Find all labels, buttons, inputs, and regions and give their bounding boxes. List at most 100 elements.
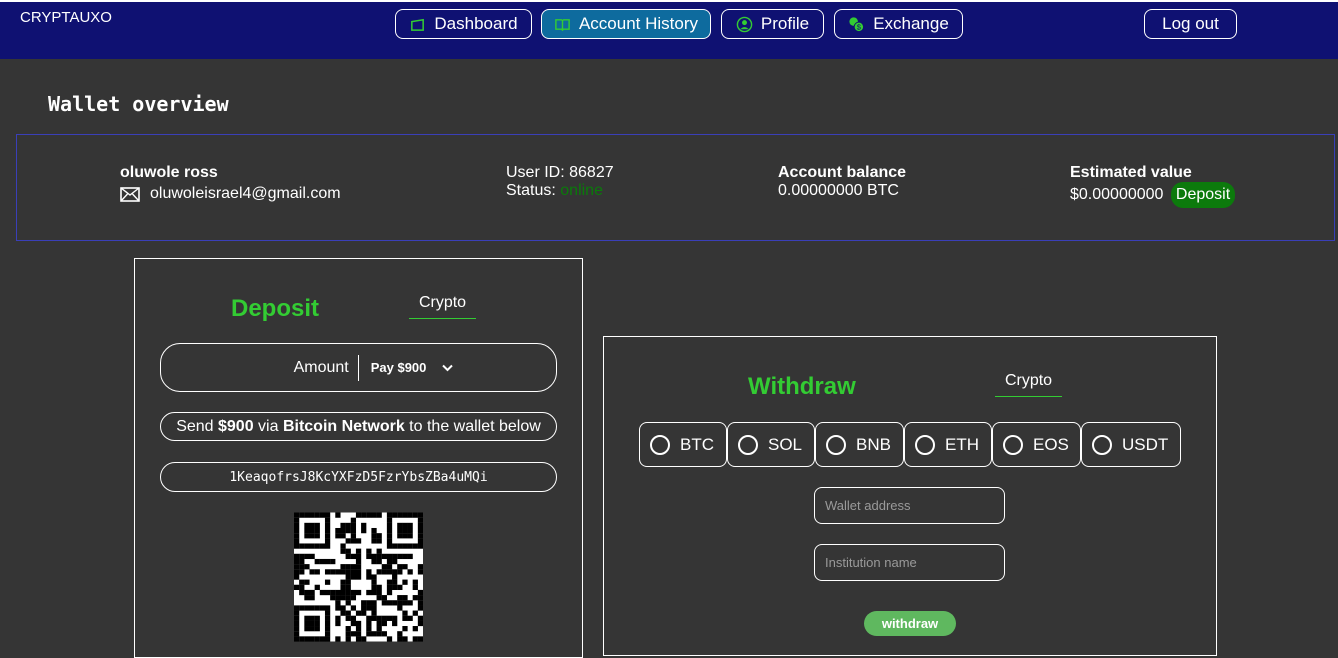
qr-module (412, 579, 418, 585)
qr-module (417, 517, 423, 523)
qr-module (366, 512, 372, 518)
qr-module (371, 579, 377, 585)
coin-option-btc[interactable]: BTC (639, 422, 727, 467)
qr-module (376, 533, 382, 539)
qr-module (376, 615, 382, 621)
qr-module (361, 600, 367, 606)
wallet-address-box[interactable]: 1KeaqofrsJ8KcYXFzD5FzrYbsZBa4uMQi (160, 462, 557, 492)
brand-logo[interactable]: CRYPTAUXO (20, 9, 112, 26)
qr-module (324, 626, 331, 632)
qr-module (361, 636, 367, 642)
qr-module (386, 569, 393, 575)
deposit-crypto-tab[interactable]: Crypto (409, 294, 476, 319)
coins-icon: $ (849, 16, 865, 32)
coin-option-bnb[interactable]: BNB (815, 422, 904, 467)
qr-module (371, 615, 377, 621)
coin-option-sol[interactable]: SOL (727, 422, 815, 467)
institution-name-input[interactable] (814, 544, 1005, 581)
qr-module (324, 579, 331, 585)
qr-module (392, 600, 398, 606)
wallet-address-input[interactable] (814, 487, 1005, 524)
user-id: User ID: 86827 (506, 164, 614, 181)
qr-module (412, 595, 418, 601)
qr-module (340, 605, 346, 611)
send-suffix: to the wallet below (404, 417, 541, 435)
qr-module (407, 527, 413, 534)
qr-module (350, 553, 357, 560)
qr-module (392, 543, 398, 549)
qr-module (324, 631, 331, 637)
qr-module (397, 584, 403, 591)
radio-icon[interactable] (738, 434, 758, 455)
coin-label-usdt: USDT (1122, 434, 1169, 454)
qr-module (309, 533, 315, 539)
qr-module (345, 595, 351, 601)
qr-module (397, 595, 403, 601)
qr-module (340, 533, 346, 539)
qr-module (392, 620, 398, 627)
qr-module (381, 595, 387, 601)
qr-module (355, 574, 362, 580)
nav-account-history-button[interactable]: Account History (541, 9, 711, 39)
qr-module (402, 533, 408, 539)
qr-module (386, 558, 393, 565)
deposit-badge-button[interactable]: Deposit (1170, 182, 1236, 208)
qr-module (340, 564, 346, 570)
qr-module (397, 543, 403, 549)
qr-module (376, 538, 382, 544)
qr-module (345, 631, 351, 637)
qr-module (309, 626, 315, 632)
qr-module (381, 600, 387, 606)
qr-module (366, 615, 372, 621)
estimated-label: Estimated value (1070, 164, 1192, 181)
withdraw-crypto-tab[interactable]: Crypto (995, 372, 1062, 397)
coin-option-usdt[interactable]: USDT (1081, 422, 1181, 467)
qr-module (402, 595, 408, 601)
qr-module (392, 569, 398, 575)
qr-module (309, 636, 315, 642)
qr-module (345, 522, 351, 529)
qr-module (417, 522, 423, 529)
nav-dashboard-button[interactable]: Dashboard (395, 9, 532, 39)
qr-module (412, 626, 418, 632)
logout-button[interactable]: Log out (1144, 9, 1237, 39)
page-title: Wallet overview (48, 92, 229, 116)
qr-module (340, 522, 346, 529)
radio-icon[interactable] (915, 434, 935, 455)
radio-icon[interactable] (1092, 434, 1112, 455)
qr-module (294, 543, 300, 549)
radio-icon[interactable] (1003, 434, 1023, 455)
qr-module (350, 615, 357, 621)
qr-module (417, 605, 423, 611)
qr-module (304, 605, 310, 611)
qr-module (386, 533, 393, 539)
send-amount: $900 (218, 417, 254, 435)
nav-profile-button[interactable]: Profile (721, 9, 824, 39)
qr-module (381, 631, 387, 637)
qr-module (324, 558, 331, 565)
qr-module (324, 569, 331, 575)
qr-module (330, 558, 336, 565)
qr-module (324, 543, 331, 549)
withdraw-button[interactable]: withdraw (864, 611, 956, 636)
qr-module (355, 553, 362, 560)
qr-module (361, 512, 367, 518)
qr-module (340, 589, 346, 596)
qr-module (345, 548, 351, 554)
qr-module (324, 517, 331, 523)
qr-module (397, 553, 403, 560)
qr-module (417, 569, 423, 575)
qr-module (397, 636, 403, 642)
coin-option-eos[interactable]: EOS (992, 422, 1081, 467)
nav-exchange-button[interactable]: $ Exchange (834, 9, 963, 39)
qr-module (392, 512, 398, 518)
amount-dropdown[interactable]: Pay $900 (371, 360, 454, 375)
qr-module (402, 615, 408, 621)
qr-module (319, 512, 326, 518)
qr-module (366, 605, 372, 611)
radio-icon[interactable] (650, 434, 670, 455)
qr-module (386, 512, 393, 518)
nav-dashboard-label: Dashboard (434, 14, 518, 33)
coin-option-eth[interactable]: ETH (904, 422, 992, 467)
radio-icon[interactable] (826, 434, 846, 455)
